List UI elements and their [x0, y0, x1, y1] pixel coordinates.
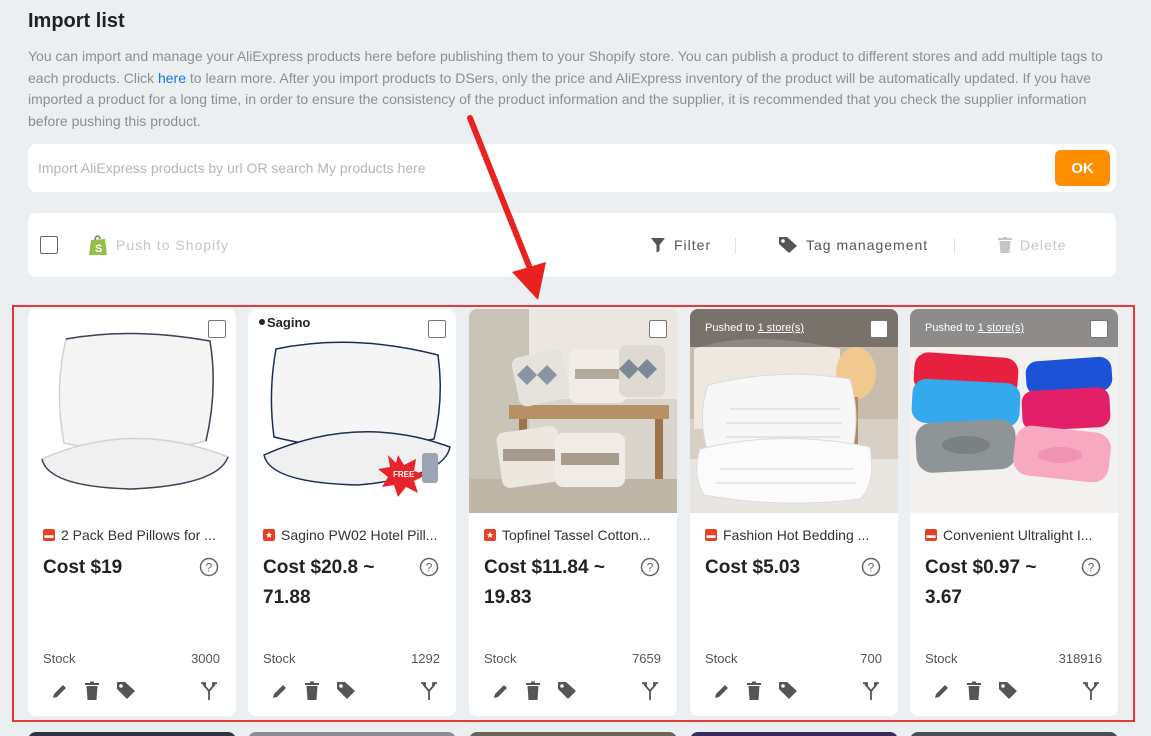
- intro-text: You can import and manage your AliExpres…: [28, 46, 1108, 132]
- push-to-shopify-label: Push to Shopify: [116, 237, 230, 253]
- import-search-bar: OK: [28, 144, 1116, 192]
- shopify-bag-icon: S: [89, 235, 107, 255]
- svg-text:S: S: [95, 243, 103, 255]
- next-row-card-edge: [248, 732, 456, 736]
- tag-icon: [779, 237, 797, 253]
- filter-icon: [651, 238, 665, 253]
- next-row-card-edge: [690, 732, 898, 736]
- next-row-card-edge: [28, 732, 236, 736]
- filter-button[interactable]: Filter: [650, 213, 711, 277]
- filter-label: Filter: [674, 237, 712, 253]
- delete-button[interactable]: Delete: [998, 213, 1066, 277]
- bulk-action-toolbar: S Push to Shopify Filter Tag management …: [28, 213, 1116, 277]
- annotation-highlight-box: [12, 305, 1135, 722]
- ok-button[interactable]: OK: [1055, 150, 1110, 186]
- select-all-checkbox[interactable]: [40, 236, 58, 254]
- next-row-card-edge: [469, 732, 677, 736]
- push-to-shopify-button[interactable]: S Push to Shopify: [88, 213, 229, 277]
- page-title: Import list: [28, 10, 125, 32]
- toolbar-divider: [735, 238, 736, 254]
- import-search-input[interactable]: [38, 152, 1028, 184]
- tag-management-button[interactable]: Tag management: [778, 213, 928, 277]
- learn-more-link[interactable]: here: [158, 70, 186, 86]
- trash-icon: [998, 237, 1012, 253]
- tag-management-label: Tag management: [806, 237, 929, 253]
- delete-label: Delete: [1020, 237, 1067, 253]
- intro-text-part-2: to learn more. After you import products…: [28, 69, 1092, 129]
- toolbar-divider: [954, 238, 955, 254]
- next-row-card-edge: [910, 732, 1118, 736]
